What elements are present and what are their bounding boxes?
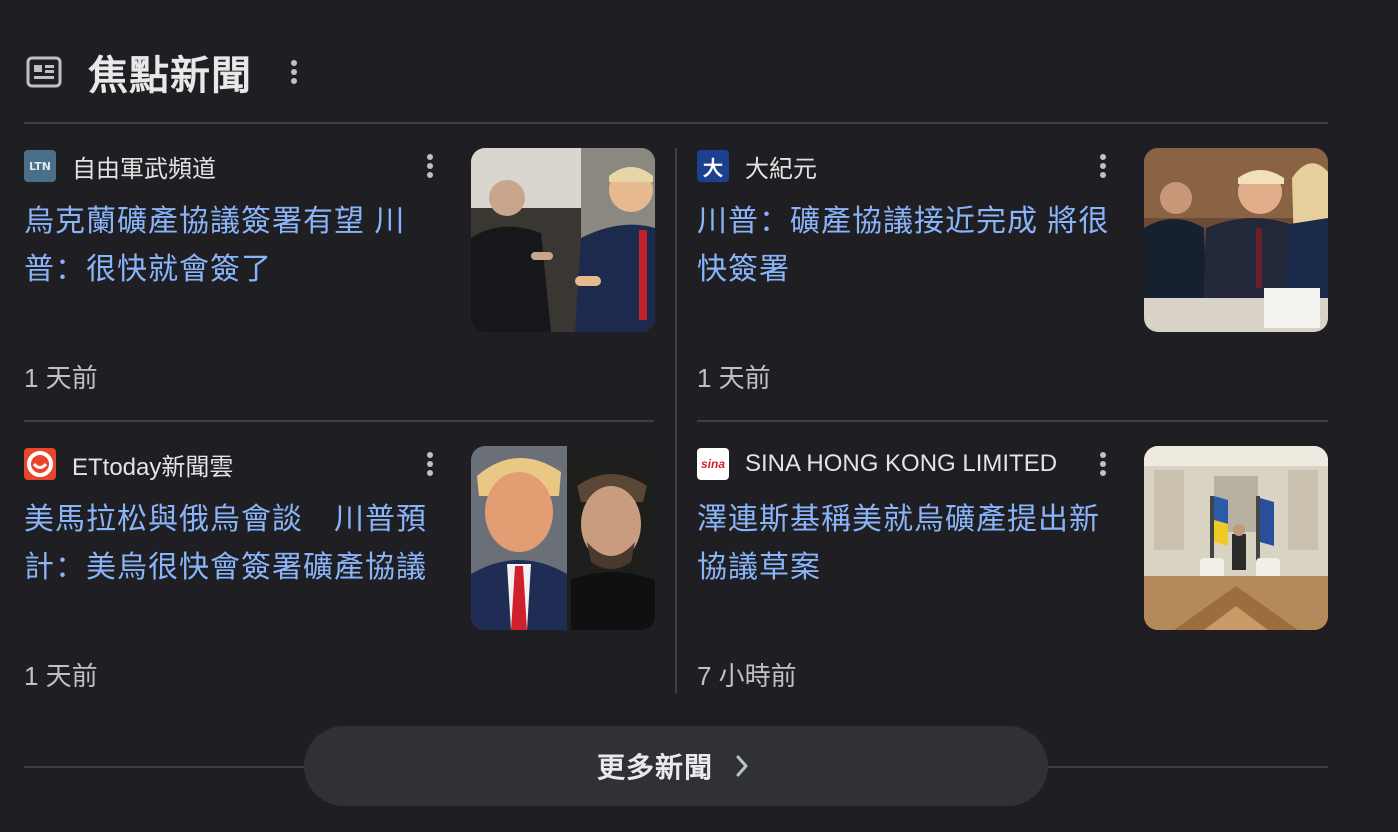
headline-link[interactable]: 澤連斯基稱美就烏礦產提出新協議草案 (697, 496, 1127, 592)
more-vert-icon[interactable] (1091, 150, 1115, 182)
source-name: ETtoday新聞雲 (72, 453, 234, 481)
column-divider (675, 148, 677, 693)
headline-link[interactable]: 烏克蘭礦產協議簽署有望 川普：很快就會簽了 (24, 198, 454, 294)
news-card[interactable]: ETtoday新聞雲 美馬拉松與俄烏會談 川普預計：美烏很快會簽署礦產協議 1 … (24, 446, 655, 691)
newspaper-icon (24, 52, 64, 92)
top-stories-panel: 焦點新聞 LTN 自由軍武頻道 烏克蘭礦產協議簽署有望 川普：很快就會簽了 1 … (0, 0, 1398, 832)
source-row: sina SINA HONG KONG LIMITED (697, 448, 1117, 480)
divider (24, 420, 654, 422)
section-title: 焦點新聞 (88, 54, 252, 98)
source-row: 大 大紀元 (697, 150, 1117, 183)
headline-link[interactable]: 美馬拉松與俄烏會談 川普預計：美烏很快會簽署礦產協議 (24, 496, 454, 592)
source-logo-ltn: LTN (24, 150, 56, 182)
news-card[interactable]: 大 大紀元 川普：礦產協議接近完成 將很快簽署 1 天前 (697, 148, 1328, 393)
timestamp: 1 天前 (24, 661, 98, 691)
divider (24, 122, 1328, 124)
more-vert-icon[interactable] (1091, 448, 1115, 480)
news-card[interactable]: sina SINA HONG KONG LIMITED 澤連斯基稱美就烏礦產提出… (697, 446, 1328, 691)
source-row: ETtoday新聞雲 (24, 448, 444, 481)
trump-zelensky-split-photo[interactable] (471, 446, 655, 630)
more-news-button[interactable]: 更多新聞 (304, 726, 1048, 806)
divider (697, 420, 1328, 422)
headline-link[interactable]: 川普：礦產協議接近完成 將很快簽署 (697, 198, 1127, 294)
more-vert-icon[interactable] (418, 150, 442, 182)
source-row: LTN 自由軍武頻道 (24, 150, 444, 183)
zelensky-trump-meeting-photo[interactable] (471, 148, 655, 332)
ornate-hall-flags-photo[interactable] (1144, 446, 1328, 630)
chevron-right-icon (735, 752, 755, 780)
source-logo-epochtimes: 大 (697, 150, 729, 182)
trump-at-table-photo[interactable] (1144, 148, 1328, 332)
news-card[interactable]: LTN 自由軍武頻道 烏克蘭礦產協議簽署有望 川普：很快就會簽了 1 天前 (24, 148, 655, 393)
more-vert-icon[interactable] (418, 448, 442, 480)
section-header: 焦點新聞 (24, 40, 306, 104)
timestamp: 1 天前 (697, 363, 771, 393)
source-name: SINA HONG KONG LIMITED (745, 450, 1058, 477)
source-name: 大紀元 (745, 155, 817, 183)
more-news-label: 更多新聞 (596, 752, 713, 783)
source-logo-sina: sina (697, 448, 729, 480)
source-name: 自由軍武頻道 (72, 155, 216, 183)
timestamp: 1 天前 (24, 363, 98, 393)
source-logo-ettoday (24, 448, 56, 480)
timestamp: 7 小時前 (697, 661, 797, 691)
more-vert-icon[interactable] (282, 52, 306, 92)
